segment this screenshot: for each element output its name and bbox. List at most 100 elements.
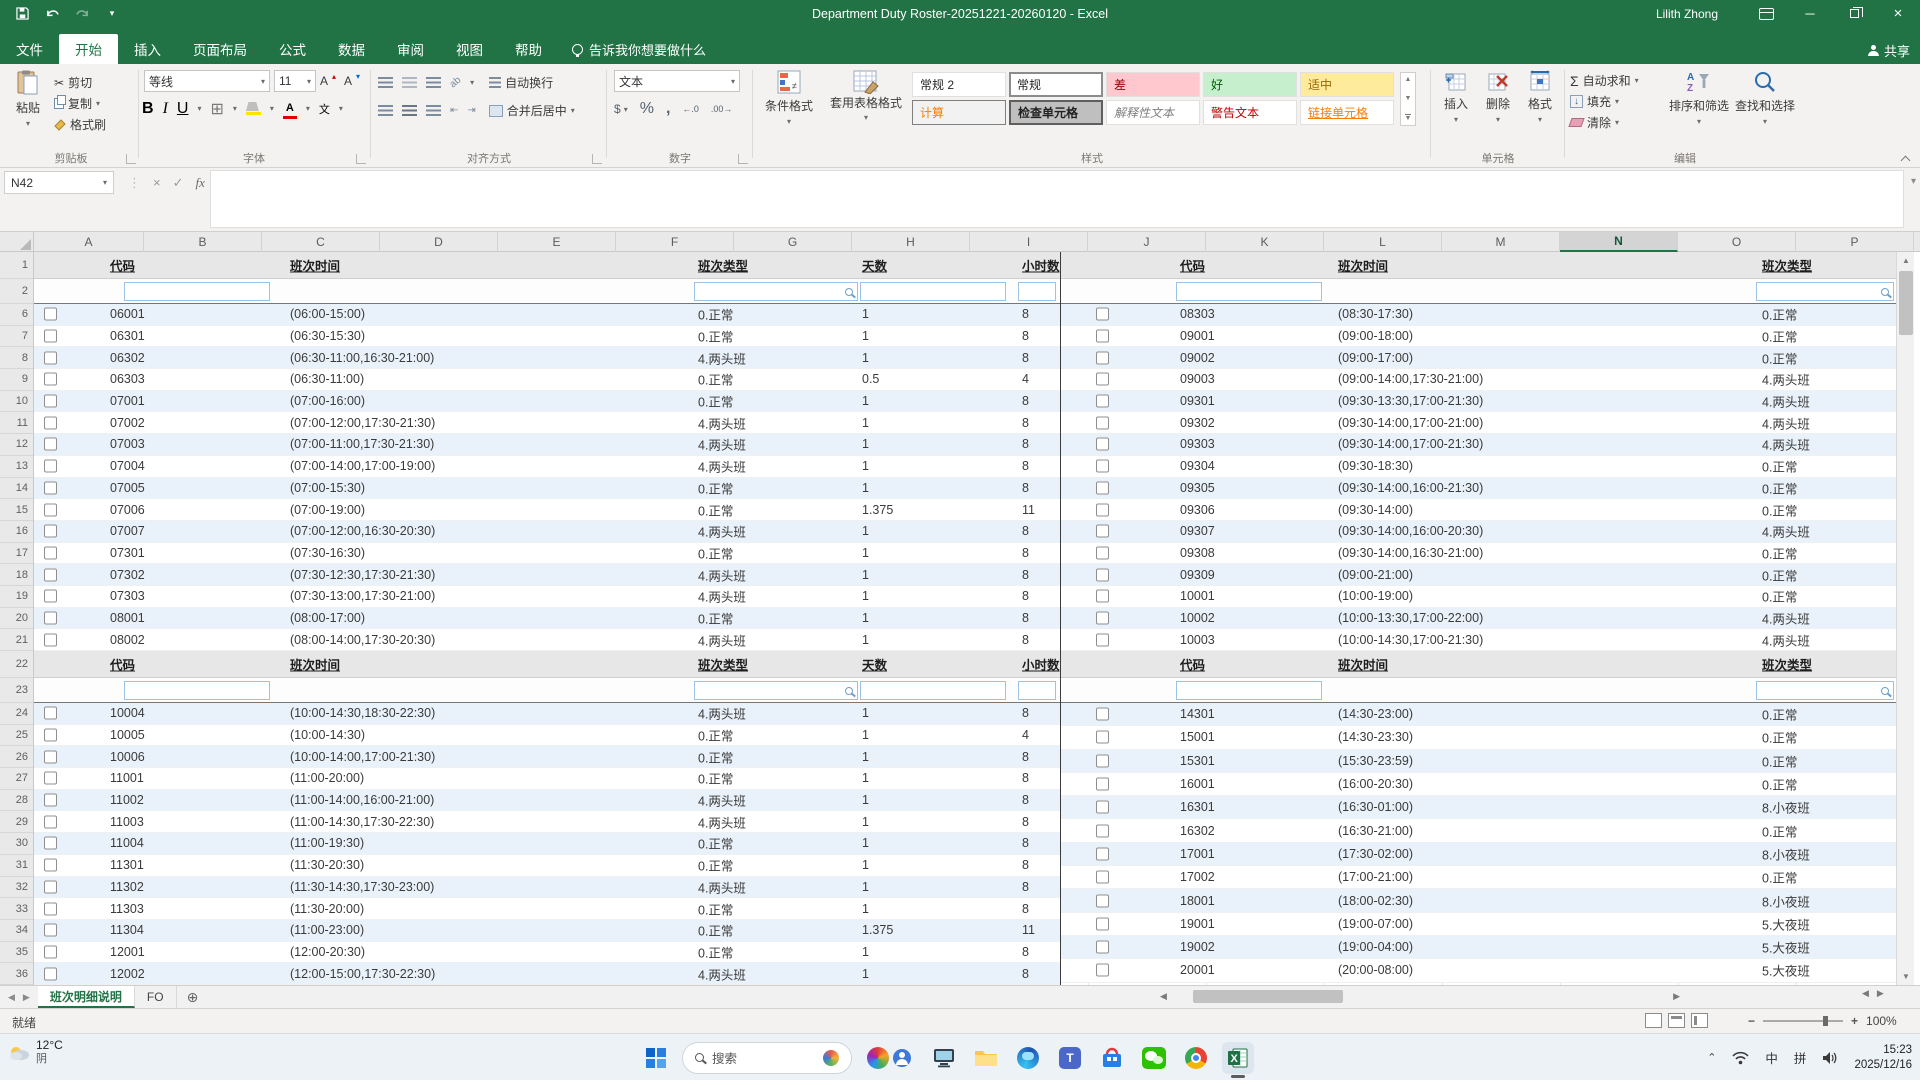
column-header-F[interactable]: F (616, 232, 734, 252)
wrap-text-button[interactable]: 自动换行 (489, 72, 553, 93)
close-button[interactable]: × (1876, 0, 1920, 27)
row-checkbox[interactable] (44, 729, 57, 742)
fill-button[interactable]: ↓填充▾ (1570, 91, 1639, 112)
row-checkbox[interactable] (1096, 351, 1109, 364)
italic-button[interactable]: I (163, 100, 168, 118)
row-header-19[interactable]: 19 (0, 586, 33, 608)
row-checkbox[interactable] (1096, 590, 1109, 603)
ribbon-tab-数据[interactable]: 数据 (322, 34, 381, 64)
row-checkbox[interactable] (44, 330, 57, 343)
column-header-I[interactable]: I (970, 232, 1088, 252)
row-checkbox[interactable] (1096, 917, 1109, 930)
filter-input[interactable] (860, 282, 1006, 301)
increase-indent-icon[interactable]: ⇥ (467, 105, 475, 116)
page-break-view-icon[interactable] (1691, 1013, 1708, 1028)
row-header-32[interactable]: 32 (0, 877, 33, 899)
style-chip-warn[interactable]: 警告文本 (1203, 100, 1297, 125)
taskbar-excel[interactable]: X (1222, 1042, 1254, 1074)
row-checkbox[interactable] (44, 481, 57, 494)
style-chip-normal[interactable]: 常规 (1009, 72, 1103, 97)
grow-font-button[interactable]: A▴ (320, 70, 336, 91)
row-checkbox[interactable] (1096, 308, 1109, 321)
speaker-icon[interactable] (1822, 1051, 1838, 1065)
orientation-button[interactable]: ab (448, 75, 464, 91)
gallery-more-icon[interactable]: ▼ (1405, 114, 1412, 122)
row-checkbox[interactable] (44, 590, 57, 603)
row-header-26[interactable]: 26 (0, 746, 33, 768)
ribbon-tab-开始[interactable]: 开始 (59, 34, 118, 64)
row-checkbox[interactable] (1096, 871, 1109, 884)
row-header-34[interactable]: 34 (0, 920, 33, 942)
alignment-dialog-launcher[interactable] (592, 154, 602, 164)
gallery-down-icon[interactable]: ▼ (1405, 95, 1412, 102)
scroll-down-icon[interactable]: ▼ (1897, 968, 1915, 985)
row-checkbox[interactable] (44, 837, 57, 850)
row-checkbox[interactable] (44, 611, 57, 624)
merge-center-button[interactable]: 合并后居中▾ (489, 100, 575, 121)
column-header-A[interactable]: A (34, 232, 144, 252)
row-checkbox[interactable] (44, 880, 57, 893)
weather-widget[interactable]: 12°C阴 (8, 1038, 63, 1067)
align-top-icon[interactable] (378, 77, 393, 88)
row-checkbox[interactable] (1096, 330, 1109, 343)
row-checkbox[interactable] (44, 438, 57, 451)
taskbar-search[interactable]: 搜索 (682, 1042, 852, 1074)
formula-input[interactable] (210, 170, 1904, 228)
taskbar-edge[interactable] (1012, 1042, 1044, 1074)
zoom-in-icon[interactable]: + (1851, 1014, 1858, 1028)
align-bottom-icon[interactable] (426, 77, 441, 88)
fill-color-button[interactable] (246, 102, 261, 115)
row-checkbox[interactable] (44, 902, 57, 915)
row-checkbox[interactable] (44, 568, 57, 581)
undo-icon[interactable] (44, 6, 60, 22)
filter-input[interactable] (1756, 681, 1894, 700)
row-header-36[interactable]: 36 (0, 963, 33, 985)
row-header-27[interactable]: 27 (0, 768, 33, 790)
style-chip-check[interactable]: 检查单元格 (1009, 100, 1103, 125)
filter-input[interactable] (1018, 282, 1056, 301)
row-header-18[interactable]: 18 (0, 564, 33, 586)
style-chip-normal2[interactable]: 常规 2 (912, 72, 1006, 97)
filter-input[interactable] (860, 681, 1006, 700)
align-center-icon[interactable] (402, 105, 417, 116)
font-dialog-launcher[interactable] (356, 154, 366, 164)
comma-style-icon[interactable]: , (666, 100, 670, 118)
row-checkbox[interactable] (1096, 731, 1109, 744)
conditional-formatting-button[interactable]: ≠ 条件格式▾ (758, 70, 820, 126)
row-checkbox[interactable] (44, 525, 57, 538)
account-name[interactable]: Lilith Zhong (1656, 7, 1718, 21)
column-header-N[interactable]: N (1560, 232, 1678, 252)
customize-qat-icon[interactable]: ▾ (104, 6, 120, 22)
taskbar-app-monitor[interactable] (928, 1042, 960, 1074)
filter-input[interactable] (124, 681, 270, 700)
vertical-scrollbar[interactable]: ▲ ▼ (1896, 252, 1914, 985)
autosum-button[interactable]: Σ自动求和▾ (1570, 70, 1639, 91)
row-checkbox[interactable] (1096, 824, 1109, 837)
borders-button[interactable]: ⊞ (210, 99, 223, 119)
row-header-33[interactable]: 33 (0, 898, 33, 920)
zoom-slider-thumb[interactable] (1823, 1016, 1828, 1026)
clipboard-dialog-launcher[interactable] (126, 154, 136, 164)
vertical-scroll-thumb[interactable] (1899, 271, 1913, 335)
pane-scroll-arrows[interactable]: ◀▶ (1862, 988, 1884, 999)
ribbon-tab-页面布局[interactable]: 页面布局 (177, 34, 263, 64)
row-checkbox[interactable] (1096, 460, 1109, 473)
decrease-decimal-icon[interactable]: .00→ (711, 104, 733, 114)
insert-function-icon[interactable]: fx (196, 175, 205, 191)
number-dialog-launcher[interactable] (738, 154, 748, 164)
formula-bar-expand-icon[interactable]: ▾ (1911, 176, 1916, 187)
row-checkbox[interactable] (1096, 503, 1109, 516)
row-checkbox[interactable] (44, 794, 57, 807)
row-checkbox[interactable] (44, 750, 57, 763)
taskbar-app-contact[interactable] (886, 1042, 918, 1074)
row-header-29[interactable]: 29 (0, 811, 33, 833)
filter-input[interactable] (1176, 681, 1322, 700)
next-sheet-icon[interactable]: ▶ (23, 992, 30, 1003)
row-checkbox[interactable] (44, 460, 57, 473)
underline-button[interactable]: U (177, 100, 189, 118)
find-select-button[interactable]: 查找和选择▾ (1734, 70, 1796, 126)
row-checkbox[interactable] (44, 416, 57, 429)
copy-button[interactable]: 复制▾ (54, 93, 106, 114)
row-header-28[interactable]: 28 (0, 790, 33, 812)
row-header-24[interactable]: 24 (0, 703, 33, 725)
